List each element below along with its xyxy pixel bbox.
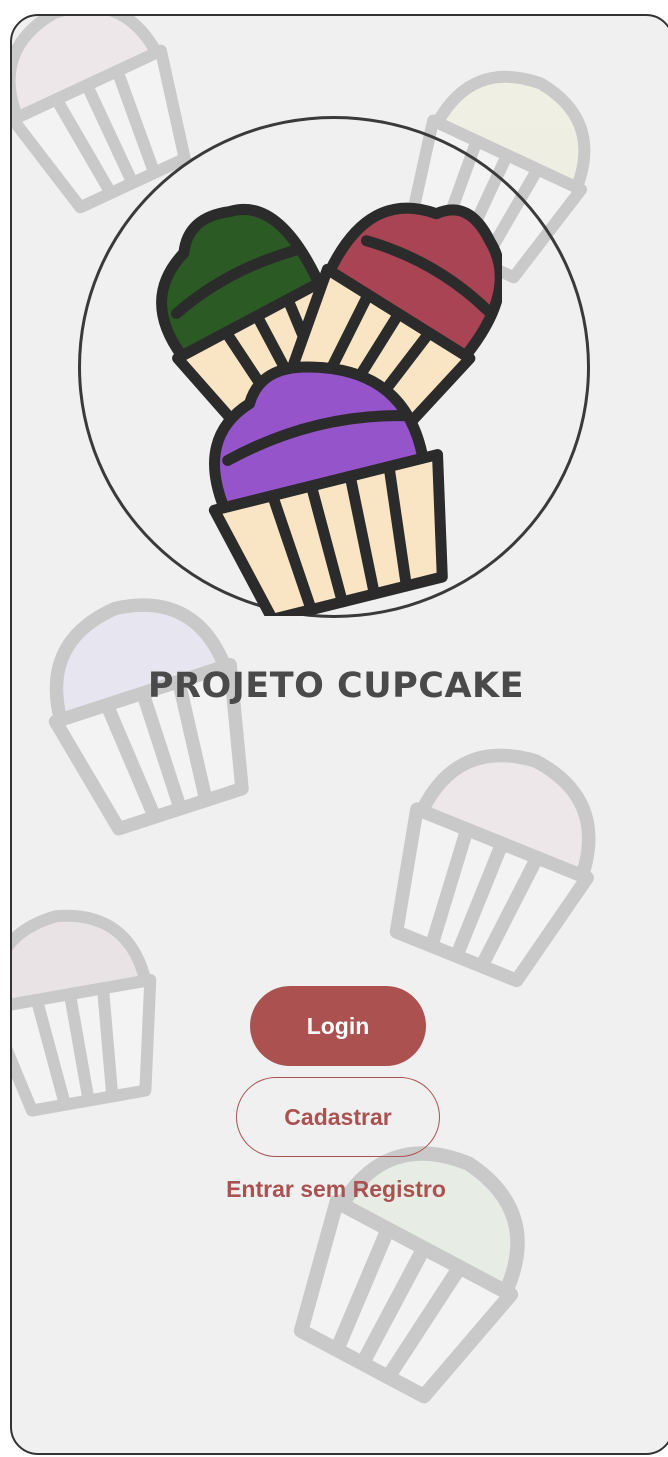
cupcakes-logo-icon bbox=[156, 202, 502, 616]
app-title: PROJETO CUPCAKE bbox=[147, 666, 525, 706]
enter-without-registration-link[interactable]: Entrar sem Registro bbox=[12, 1176, 660, 1203]
background-cupcake-icon bbox=[389, 748, 596, 988]
register-button[interactable]: Cadastrar bbox=[236, 1077, 440, 1157]
app-screen: PROJETO CUPCAKE Login Cadastrar Entrar s… bbox=[10, 14, 668, 1455]
login-button[interactable]: Login bbox=[250, 986, 426, 1066]
background-cupcake-icon bbox=[12, 909, 157, 1117]
